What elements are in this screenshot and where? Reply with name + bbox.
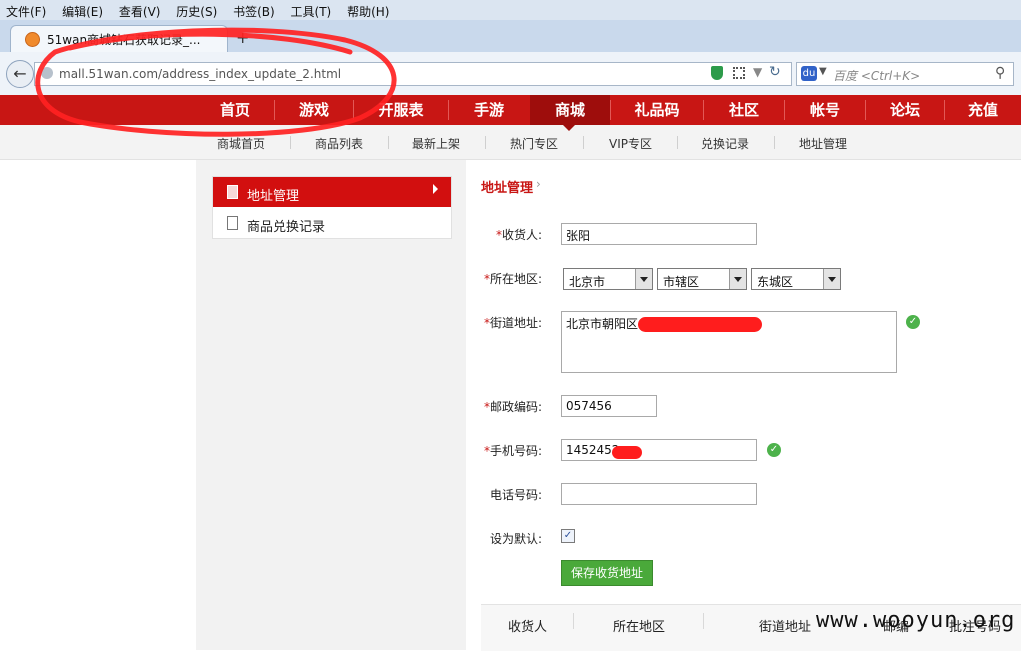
menu-view[interactable]: 查看(V) xyxy=(113,0,161,20)
valid-check-icon: ✓ xyxy=(906,315,920,329)
district-select[interactable]: 东城区 xyxy=(751,268,841,290)
menu-help[interactable]: 帮助(H) xyxy=(341,0,389,20)
subnav-divider xyxy=(583,136,584,149)
column-header-recipient: 收货人 xyxy=(508,620,548,635)
nav-gift-code[interactable]: 礼品码 xyxy=(611,95,703,125)
subnav-product-list[interactable]: 商品列表 xyxy=(315,135,363,152)
sidebar-item-exchange-records[interactable]: 商品兑换记录 xyxy=(213,208,451,238)
save-address-button[interactable]: 保存收货地址 xyxy=(561,560,653,586)
city-value: 市辖区 xyxy=(663,275,700,289)
breadcrumb: 地址管理 xyxy=(481,181,534,196)
subnav-divider xyxy=(774,136,775,149)
sidebar-item-address-management[interactable]: 地址管理 xyxy=(213,177,451,207)
column-header-region: 所在地区 xyxy=(613,620,666,635)
search-placeholder: 百度 <Ctrl+K> xyxy=(833,69,921,83)
sidebar-item-label: 商品兑换记录 xyxy=(247,220,326,235)
search-icon[interactable]: ⚲ xyxy=(995,65,1005,81)
chevron-down-icon xyxy=(823,269,840,289)
nav-mall[interactable]: 商城 xyxy=(530,95,610,125)
default-checkbox[interactable]: ✓ xyxy=(561,529,575,543)
reload-icon[interactable]: ↻ xyxy=(769,64,781,80)
menu-tools[interactable]: 工具(T) xyxy=(285,0,332,20)
browser-tab[interactable]: 51wan商城钻石获取记录_... xyxy=(10,25,228,53)
subnav-divider xyxy=(388,136,389,149)
watermark: www.wooyun.org xyxy=(816,608,1016,633)
mobile-label: *手机号码: xyxy=(484,444,543,458)
valid-check-icon: ✓ xyxy=(767,443,781,457)
recipient-input[interactable]: 张阳 xyxy=(561,223,757,245)
postcode-label: *邮政编码: xyxy=(484,400,543,414)
url-text: mall.51wan.com/address_index_update_2.ht… xyxy=(59,67,342,81)
tab-title: 51wan商城钻石获取记录_... xyxy=(47,33,201,47)
document-icon xyxy=(227,185,238,199)
nav-games[interactable]: 游戏 xyxy=(275,95,353,125)
nav-mobile-games[interactable]: 手游 xyxy=(449,95,529,125)
subnav-divider xyxy=(485,136,486,149)
nav-account[interactable]: 帐号 xyxy=(785,95,865,125)
district-value: 东城区 xyxy=(757,275,794,289)
mall-sub-nav: 商城首页 商品列表 最新上架 热门专区 VIP专区 兑换记录 地址管理 xyxy=(0,125,1021,160)
column-header-street: 街道地址 xyxy=(759,620,812,635)
subnav-hot-zone[interactable]: 热门专区 xyxy=(510,135,558,152)
new-tab-button[interactable]: + xyxy=(236,28,249,47)
search-engine-dropdown-icon[interactable]: ▼ xyxy=(819,66,827,77)
mobile-input[interactable]: 1452452 xyxy=(561,439,757,461)
province-select[interactable]: 北京市 xyxy=(563,268,653,290)
redaction-mark xyxy=(612,446,642,459)
globe-icon xyxy=(41,67,53,79)
subnav-mall-home[interactable]: 商城首页 xyxy=(217,135,265,152)
sidebar-item-label: 地址管理 xyxy=(247,189,300,204)
menu-bookmarks[interactable]: 书签(B) xyxy=(227,0,275,20)
site-main-nav: 首页 游戏 开服表 手游 商城 礼品码 社区 帐号 论坛 充值 xyxy=(0,95,1021,125)
active-nav-pointer xyxy=(563,125,575,131)
redaction-mark xyxy=(638,317,762,332)
subnav-divider xyxy=(290,136,291,149)
recipient-label: *收货人: xyxy=(496,228,543,242)
column-divider xyxy=(573,613,574,629)
nav-community[interactable]: 社区 xyxy=(704,95,784,125)
menu-file[interactable]: 文件(F) xyxy=(0,0,46,20)
postcode-input[interactable]: 057456 xyxy=(561,395,657,417)
notepad-icon xyxy=(227,216,238,230)
city-select[interactable]: 市辖区 xyxy=(657,268,747,290)
baidu-paw-icon[interactable]: du xyxy=(801,66,817,81)
phone-label: 电话号码: xyxy=(490,488,543,502)
nav-forum[interactable]: 论坛 xyxy=(866,95,944,125)
address-bar[interactable]: mall.51wan.com/address_index_update_2.ht… xyxy=(34,62,792,86)
column-divider xyxy=(703,613,704,629)
region-label: *所在地区: xyxy=(484,272,543,286)
subnav-new-arrivals[interactable]: 最新上架 xyxy=(412,135,460,152)
chevron-down-icon[interactable]: ▼ xyxy=(753,65,762,79)
chevron-down-icon xyxy=(635,269,652,289)
site-favicon-icon xyxy=(25,32,40,47)
street-label: *街道地址: xyxy=(484,316,543,330)
tab-strip: 51wan商城钻石获取记录_... + xyxy=(0,20,1021,53)
subnav-vip-zone[interactable]: VIP专区 xyxy=(609,135,652,152)
back-button[interactable]: ← xyxy=(6,60,34,88)
subnav-divider xyxy=(677,136,678,149)
browser-menubar: 文件(F) 编辑(E) 查看(V) 历史(S) 书签(B) 工具(T) 帮助(H… xyxy=(0,0,1021,20)
nav-server-list[interactable]: 开服表 xyxy=(354,95,448,125)
default-label: 设为默认: xyxy=(490,532,543,546)
phone-input[interactable] xyxy=(561,483,757,505)
chevron-right-icon xyxy=(433,184,438,194)
chevron-down-icon xyxy=(729,269,746,289)
subnav-exchange-records[interactable]: 兑换记录 xyxy=(701,135,749,152)
province-value: 北京市 xyxy=(569,275,606,289)
breadcrumb-chevron-icon: › xyxy=(536,177,541,191)
menu-history[interactable]: 历史(S) xyxy=(170,0,217,20)
menu-edit[interactable]: 编辑(E) xyxy=(56,0,103,20)
nav-home[interactable]: 首页 xyxy=(196,95,274,125)
nav-recharge[interactable]: 充值 xyxy=(945,95,1021,125)
search-box[interactable]: du ▼ 百度 <Ctrl+K> ⚲ xyxy=(796,62,1014,86)
shield-icon[interactable] xyxy=(711,66,723,80)
browser-navbar: ← mall.51wan.com/address_index_update_2.… xyxy=(0,52,1021,96)
qrcode-icon[interactable] xyxy=(733,67,745,79)
account-sidebar: 地址管理 商品兑换记录 xyxy=(212,176,452,239)
subnav-address-management[interactable]: 地址管理 xyxy=(799,135,847,152)
